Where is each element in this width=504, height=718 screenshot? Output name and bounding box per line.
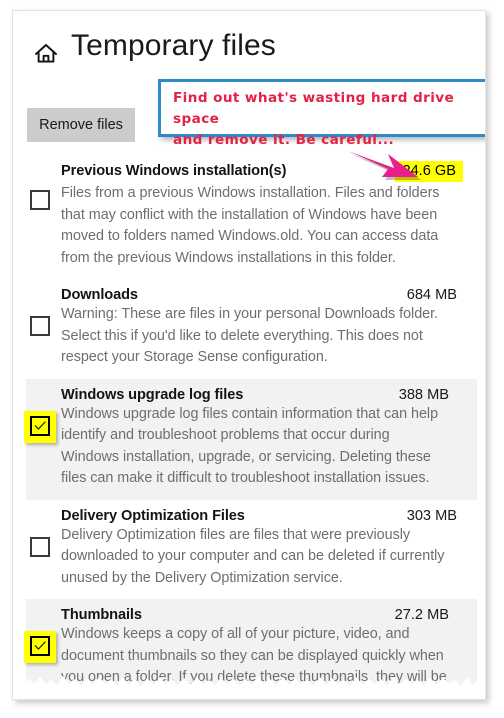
temp-file-description: Warning: These are files in your persona… — [61, 306, 439, 365]
temp-file-title: Downloads — [61, 287, 138, 303]
temp-file-row-header: Thumbnails 27.2 MB — [61, 607, 449, 623]
temp-file-size: 27.2 MB — [394, 607, 449, 623]
temp-file-row[interactable]: Downloads 684 MB Warning: These are files … — [13, 279, 485, 379]
annotation-callout-text: Find out what's wasting hard drive space… — [173, 90, 455, 148]
temp-file-checkbox[interactable] — [24, 410, 56, 444]
temp-file-size: 303 MB — [406, 507, 457, 524]
temp-file-row-inner: Delivery Optimization Files 303 MB Deliver… — [13, 508, 475, 590]
checkbox-checked-icon[interactable] — [30, 415, 50, 436]
remove-files-button[interactable]: Remove files — [27, 108, 135, 142]
temp-file-row-header: Downloads 684 MB — [61, 287, 457, 303]
temp-file-size: 684 MB — [406, 287, 457, 303]
temp-file-checkbox[interactable] — [26, 314, 56, 344]
page-title: Temporary files — [71, 29, 276, 62]
temp-file-checkbox[interactable] — [26, 188, 56, 218]
page-header: Temporary files — [13, 11, 485, 75]
annotation-callout: Find out what's wasting hard drive space… — [158, 79, 485, 148]
temp-file-row-inner: Windows upgrade log files 388 MB Windows u… — [24, 387, 467, 490]
temp-file-title: Previous Windows installation(s) — [61, 163, 287, 179]
temp-file-description: Files from a previous Windows installati… — [61, 185, 440, 266]
temp-file-title: Thumbnails — [61, 607, 142, 623]
temp-file-description: Delivery Optimization files are files th… — [61, 526, 445, 586]
temp-file-title: Windows upgrade log files — [61, 386, 244, 403]
temp-file-row[interactable]: Delivery Optimization Files 303 MB Deliver… — [13, 500, 485, 600]
temp-file-row[interactable]: Windows upgrade log files 388 MB Windows u… — [24, 378, 477, 500]
torn-paper-edge — [13, 676, 485, 699]
temp-file-title: Delivery Optimization Files — [61, 507, 245, 524]
temporary-files-list: Previous Windows installation(s) 24.6 GB F… — [13, 153, 485, 699]
checkbox-checked-icon[interactable] — [30, 636, 50, 656]
checkbox-unchecked-icon[interactable] — [30, 190, 50, 210]
temp-file-row-header: Windows upgrade log files 388 MB — [61, 387, 449, 403]
temporary-files-window: Temporary files Remove files Previous Wi… — [12, 10, 486, 700]
temp-file-checkbox[interactable] — [24, 631, 56, 664]
checkbox-unchecked-icon[interactable] — [30, 536, 50, 557]
home-icon[interactable] — [33, 41, 59, 67]
temp-file-size: 388 MB — [398, 386, 449, 403]
temp-file-row-header: Delivery Optimization Files 303 MB — [61, 508, 457, 524]
annotation-arrow-icon — [348, 151, 421, 180]
temp-file-checkbox[interactable] — [26, 535, 56, 565]
temp-file-description: Windows upgrade log files contain inform… — [61, 405, 439, 487]
checkbox-unchecked-icon[interactable] — [30, 316, 50, 336]
temp-file-row-inner: Downloads 684 MB Warning: These are files … — [13, 287, 475, 369]
